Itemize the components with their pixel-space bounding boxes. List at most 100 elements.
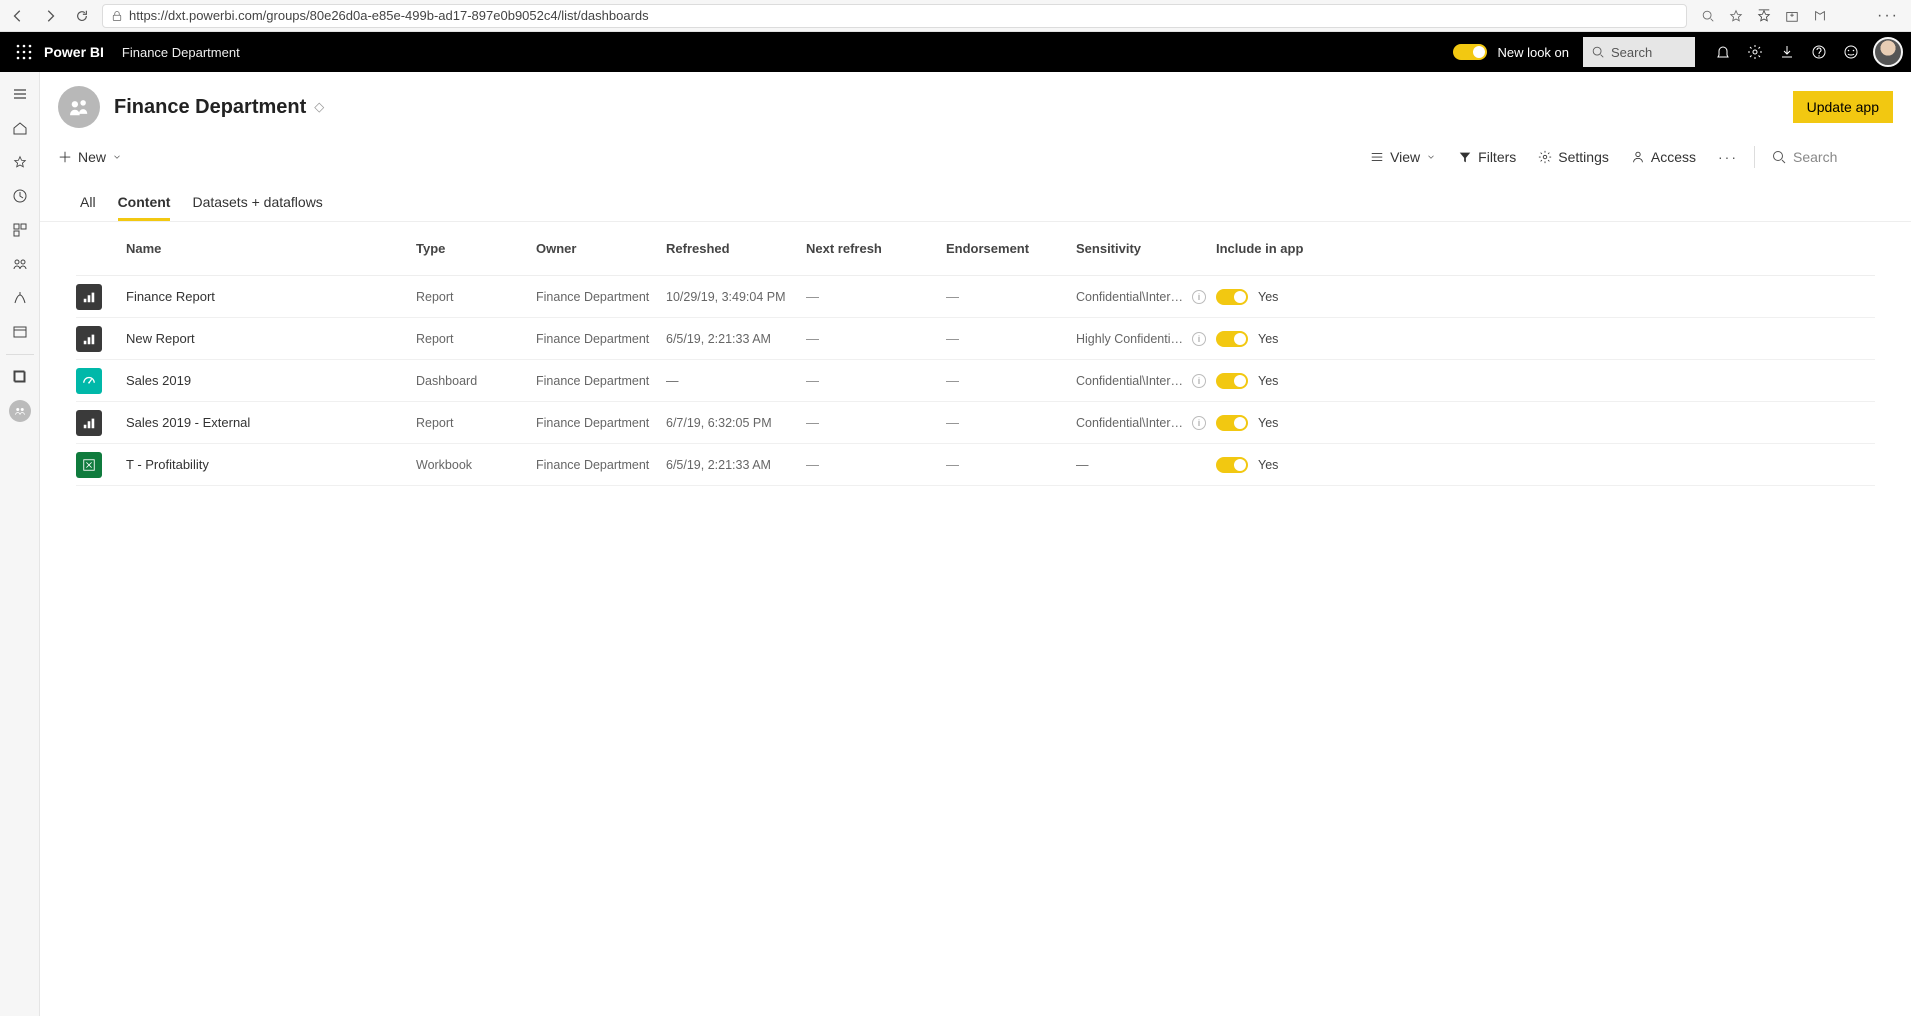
- table-row[interactable]: T - ProfitabilityWorkbookFinance Departm…: [76, 444, 1875, 486]
- row-include: Yes: [1216, 457, 1386, 473]
- apps-icon[interactable]: [4, 214, 36, 246]
- table-row[interactable]: Sales 2019DashboardFinance Department———…: [76, 360, 1875, 402]
- main-area: Finance Department ◇ Update app New View…: [40, 72, 1911, 1016]
- table-row[interactable]: Sales 2019 - ExternalReportFinance Depar…: [76, 402, 1875, 444]
- download-icon[interactable]: [1771, 36, 1803, 68]
- new-button[interactable]: New: [58, 149, 122, 165]
- col-include[interactable]: Include in app: [1216, 241, 1386, 256]
- help-icon[interactable]: [1803, 36, 1835, 68]
- report-icon: [76, 410, 102, 436]
- settings-icon[interactable]: [1739, 36, 1771, 68]
- brand-label[interactable]: Power BI: [44, 44, 104, 60]
- row-refreshed: 6/5/19, 2:21:33 AM: [666, 458, 806, 472]
- extension-icon[interactable]: [1813, 9, 1827, 23]
- learn-icon[interactable]: [4, 282, 36, 314]
- info-icon[interactable]: i: [1192, 290, 1206, 304]
- report-icon: [76, 284, 102, 310]
- col-name[interactable]: Name: [126, 241, 416, 256]
- filters-button[interactable]: Filters: [1458, 149, 1516, 165]
- row-type: Dashboard: [416, 374, 536, 388]
- col-next[interactable]: Next refresh: [806, 241, 946, 256]
- app-launcher-icon[interactable]: [8, 36, 40, 68]
- favorite-icon[interactable]: [1729, 9, 1743, 23]
- col-refreshed[interactable]: Refreshed: [666, 241, 806, 256]
- view-button[interactable]: View: [1370, 149, 1436, 165]
- row-sensitivity: Confidential\Internal-...i: [1076, 416, 1216, 430]
- col-type[interactable]: Type: [416, 241, 536, 256]
- row-type: Report: [416, 332, 536, 346]
- row-next: —: [806, 457, 946, 472]
- table-row[interactable]: Finance ReportReportFinance Department10…: [76, 276, 1875, 318]
- info-icon[interactable]: i: [1192, 332, 1206, 346]
- shared-icon[interactable]: [4, 248, 36, 280]
- notifications-icon[interactable]: [1707, 36, 1739, 68]
- list-search[interactable]: [1771, 149, 1893, 165]
- settings-button[interactable]: Settings: [1538, 149, 1609, 165]
- row-next: —: [806, 331, 946, 346]
- row-next: —: [806, 373, 946, 388]
- row-name: Finance Report: [126, 289, 416, 304]
- favorites-bar-icon[interactable]: [1757, 9, 1771, 23]
- row-sensitivity: —: [1076, 458, 1216, 472]
- row-owner: Finance Department: [536, 332, 666, 346]
- forward-icon[interactable]: [38, 4, 62, 28]
- include-toggle[interactable]: [1216, 331, 1248, 347]
- browser-avatar[interactable]: [1841, 5, 1863, 27]
- left-nav: [0, 72, 40, 1016]
- list-search-input[interactable]: [1793, 149, 1893, 165]
- tab-all[interactable]: All: [80, 186, 96, 221]
- table-row[interactable]: New ReportReportFinance Department6/5/19…: [76, 318, 1875, 360]
- page-header: Finance Department ◇ Update app: [40, 72, 1911, 128]
- tabs: All Content Datasets + dataflows: [40, 186, 1911, 222]
- row-include: Yes: [1216, 331, 1386, 347]
- address-bar[interactable]: https://dxt.powerbi.com/groups/80e26d0a-…: [102, 4, 1687, 28]
- recent-icon[interactable]: [4, 180, 36, 212]
- col-sensitivity[interactable]: Sensitivity: [1076, 241, 1216, 256]
- tab-datasets[interactable]: Datasets + dataflows: [192, 186, 322, 221]
- app-topbar: Power BI Finance Department New look on …: [0, 32, 1911, 72]
- row-include: Yes: [1216, 415, 1386, 431]
- row-sensitivity: Highly Confidential\In...i: [1076, 332, 1216, 346]
- breadcrumb[interactable]: Finance Department: [122, 45, 240, 60]
- my-workspace-icon[interactable]: [4, 361, 36, 393]
- info-icon[interactable]: i: [1192, 416, 1206, 430]
- feedback-icon[interactable]: [1835, 36, 1867, 68]
- row-sensitivity: Confidential\Internal-...i: [1076, 290, 1216, 304]
- zoom-icon[interactable]: [1701, 9, 1715, 23]
- workspaces-icon[interactable]: [4, 316, 36, 348]
- row-owner: Finance Department: [536, 374, 666, 388]
- premium-icon: ◇: [314, 99, 324, 115]
- workspace-avatar: [58, 86, 100, 128]
- nav-toggle-icon[interactable]: [4, 78, 36, 110]
- include-toggle[interactable]: [1216, 373, 1248, 389]
- update-app-button[interactable]: Update app: [1793, 91, 1893, 123]
- global-search[interactable]: Search: [1583, 37, 1695, 67]
- collections-icon[interactable]: [1785, 9, 1799, 23]
- row-sensitivity: Confidential\Internal-...i: [1076, 374, 1216, 388]
- current-workspace-icon[interactable]: [4, 395, 36, 427]
- page-title: Finance Department: [114, 96, 306, 119]
- new-look-label: New look on: [1497, 45, 1569, 60]
- home-icon[interactable]: [4, 112, 36, 144]
- back-icon[interactable]: [6, 4, 30, 28]
- row-endorsement: —: [946, 289, 1076, 304]
- more-button[interactable]: ···: [1718, 149, 1738, 165]
- row-next: —: [806, 289, 946, 304]
- favorites-nav-icon[interactable]: [4, 146, 36, 178]
- include-toggle[interactable]: [1216, 415, 1248, 431]
- include-toggle[interactable]: [1216, 457, 1248, 473]
- more-icon[interactable]: ···: [1877, 7, 1899, 25]
- refresh-icon[interactable]: [70, 4, 94, 28]
- lock-icon: [111, 10, 123, 22]
- row-include: Yes: [1216, 289, 1386, 305]
- col-endorsement[interactable]: Endorsement: [946, 241, 1076, 256]
- tab-content[interactable]: Content: [118, 186, 171, 221]
- user-avatar[interactable]: [1873, 37, 1903, 67]
- new-look-toggle[interactable]: [1453, 44, 1487, 60]
- info-icon[interactable]: i: [1192, 374, 1206, 388]
- row-refreshed: 6/7/19, 6:32:05 PM: [666, 416, 806, 430]
- include-toggle[interactable]: [1216, 289, 1248, 305]
- access-button[interactable]: Access: [1631, 149, 1696, 165]
- row-refreshed: 10/29/19, 3:49:04 PM: [666, 290, 806, 304]
- col-owner[interactable]: Owner: [536, 241, 666, 256]
